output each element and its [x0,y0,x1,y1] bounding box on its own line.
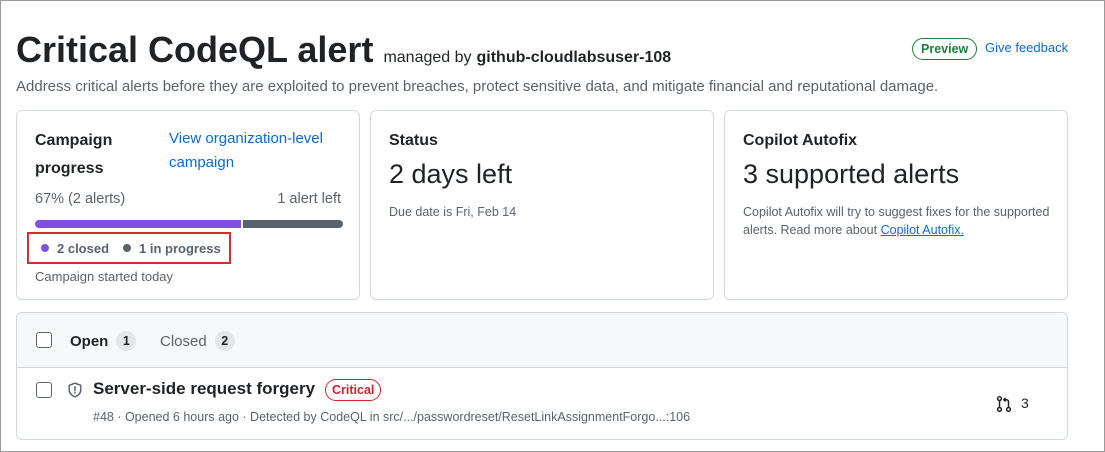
status-title: Status [389,132,438,149]
alerts-list-header: Open 1 Closed 2 [17,313,1067,368]
closed-dot-icon [41,244,49,252]
page-title: Critical CodeQL alert [16,29,374,70]
select-all-checkbox[interactable] [36,332,52,348]
alerts-remaining: 1 alert left [277,191,341,207]
legend-closed-label: 2 closed [57,240,110,256]
copilot-autofix-title: Copilot Autofix [743,132,858,149]
tab-open-label: Open [70,332,109,350]
copilot-autofix-card: Copilot Autofix 3 supported alerts Copil… [724,110,1068,300]
legend-closed: 2 closed [41,241,109,256]
linked-pr-count: 3 [1021,395,1029,411]
tab-open-count: 1 [116,331,137,351]
copilot-autofix-description: Copilot Autofix will try to suggest fixe… [743,203,1055,239]
tab-open[interactable]: Open 1 [70,331,137,351]
tab-closed[interactable]: Closed 2 [160,331,235,351]
due-date: Due date is Fri, Feb 14 [389,205,517,219]
progress-bar-in-progress-segment [243,220,343,228]
give-feedback-link[interactable]: Give feedback [985,40,1068,55]
page-description: Address critical alerts before they are … [16,78,939,95]
progress-bar-closed-segment [35,220,242,228]
legend-in-progress-label: 1 in progress [139,240,221,256]
progress-legend-highlight: 2 closed 1 in progress [27,232,231,264]
severity-badge: Critical [325,379,382,401]
campaign-progress-card: Campaign progress View organization-leve… [16,110,360,300]
days-left: 2 days left [389,159,513,189]
view-organization-campaign-link[interactable]: View organization-level campaign [169,127,349,175]
progress-percent: 67% (2 alerts) [35,191,126,207]
campaign-owner: github-cloudlabsuser-108 [476,49,672,66]
progress-bar [35,220,343,228]
git-pull-request-icon [996,395,1012,413]
tab-closed-count: 2 [214,331,235,351]
copilot-autofix-link[interactable]: Copilot Autofix. [881,223,964,237]
shield-icon [68,382,82,398]
page-header: Critical CodeQL alert managed by github-… [16,28,671,72]
legend-in-progress: 1 in progress [123,241,221,256]
alert-row-checkbox[interactable] [36,382,52,398]
preview-badge: Preview [912,38,978,60]
alerts-list: Open 1 Closed 2 Server-side request forg… [16,312,1068,440]
campaign-started-text: Campaign started today [35,269,174,284]
managed-by-label: managed by [383,49,472,66]
supported-alerts-count: 3 supported alerts [743,159,960,189]
alert-meta: #48 · Opened 6 hours ago · Detected by C… [93,410,691,424]
in-progress-dot-icon [123,244,132,252]
status-card: Status 2 days left Due date is Fri, Feb … [370,110,714,300]
campaign-progress-title: Campaign progress [35,132,113,177]
alert-title-link[interactable]: Server-side request forgery [93,379,315,399]
tab-closed-label: Closed [160,332,207,350]
